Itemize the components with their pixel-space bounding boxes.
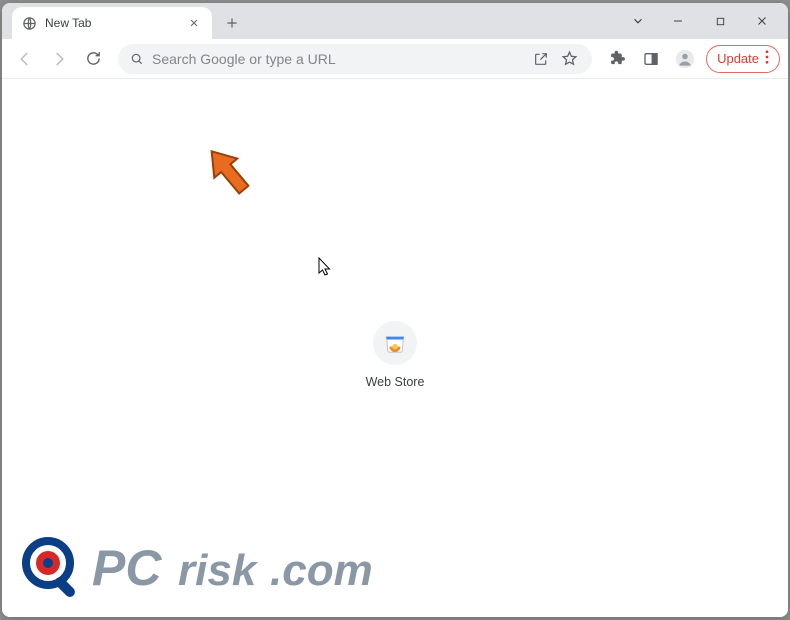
tab-newtab[interactable]: New Tab xyxy=(12,7,212,39)
shortcut-webstore[interactable]: Web Store xyxy=(340,321,450,389)
webstore-icon xyxy=(373,321,417,365)
tab-search-button[interactable] xyxy=(620,6,656,36)
tab-strip: New Tab xyxy=(2,3,788,39)
shortcut-label: Web Store xyxy=(366,375,425,389)
new-tab-button[interactable] xyxy=(218,9,246,37)
globe-icon xyxy=(22,16,37,31)
minimize-button[interactable] xyxy=(658,6,698,36)
menu-icon xyxy=(765,50,769,67)
back-button[interactable] xyxy=(10,44,40,74)
bookmark-star-icon[interactable] xyxy=(559,48,580,69)
window-close-button[interactable] xyxy=(742,6,782,36)
address-bar[interactable] xyxy=(118,44,592,74)
address-input[interactable] xyxy=(152,51,523,67)
search-icon xyxy=(130,52,144,66)
forward-button[interactable] xyxy=(44,44,74,74)
maximize-button[interactable] xyxy=(700,6,740,36)
watermark-logo-icon xyxy=(20,535,86,601)
profile-button[interactable] xyxy=(670,44,700,74)
share-icon[interactable] xyxy=(531,49,551,69)
watermark-text: PC risk .com xyxy=(92,533,512,603)
reload-button[interactable] xyxy=(78,44,108,74)
watermark: PC risk .com xyxy=(20,533,512,603)
page-content: Web Store xyxy=(2,79,788,617)
browser-window: New Tab xyxy=(2,3,788,617)
update-button[interactable]: Update xyxy=(706,45,780,73)
svg-text:.com: .com xyxy=(270,546,373,595)
sidepanel-button[interactable] xyxy=(636,44,666,74)
tab-title: New Tab xyxy=(45,16,178,30)
svg-text:PC: PC xyxy=(92,540,162,596)
toolbar: Update xyxy=(2,39,788,79)
update-label: Update xyxy=(717,51,759,66)
close-icon[interactable] xyxy=(186,15,202,31)
window-controls xyxy=(620,3,782,39)
svg-text:risk: risk xyxy=(178,546,259,595)
extensions-button[interactable] xyxy=(602,44,632,74)
cursor-icon xyxy=(318,257,332,277)
annotation-arrow-icon xyxy=(198,141,260,208)
